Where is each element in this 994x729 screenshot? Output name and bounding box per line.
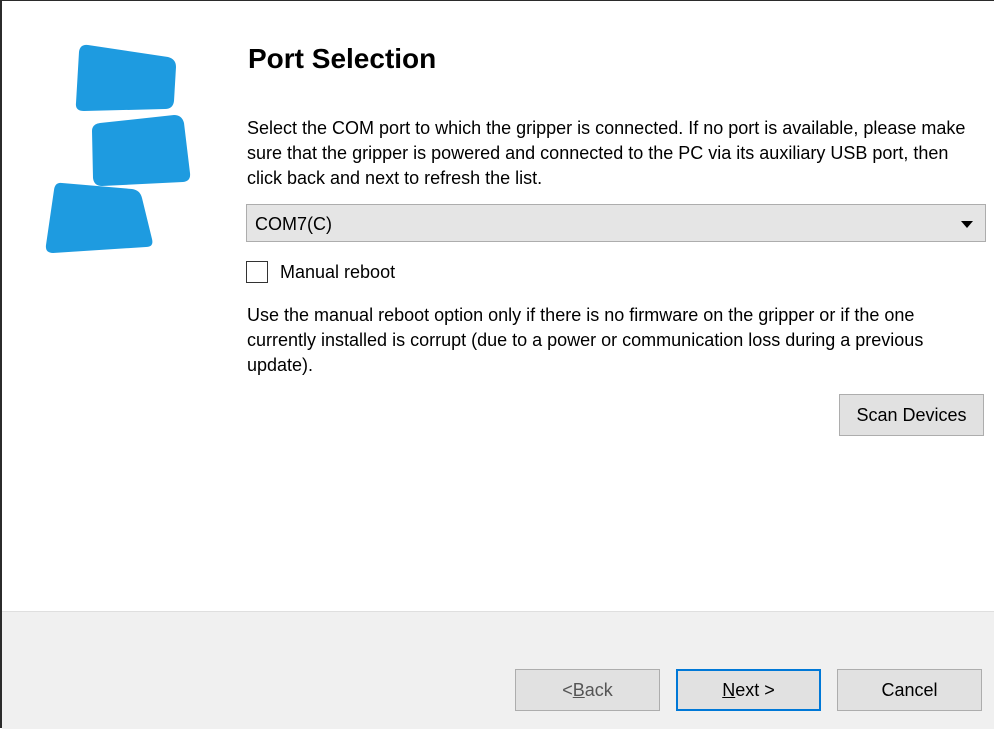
chevron-down-icon[interactable] bbox=[961, 221, 973, 228]
cancel-button[interactable]: Cancel bbox=[837, 669, 982, 711]
manual-reboot-checkbox[interactable] bbox=[246, 261, 268, 283]
back-button[interactable]: < Back bbox=[515, 669, 660, 711]
back-button-rest: ack bbox=[584, 679, 613, 700]
logo-block-bottom bbox=[45, 182, 153, 253]
port-instructions: Select the COM port to which the gripper… bbox=[247, 118, 966, 188]
manual-reboot-label[interactable]: Manual reboot bbox=[280, 262, 395, 283]
com-port-selected-value: COM7(C) bbox=[255, 214, 332, 234]
logo-block-top bbox=[75, 44, 176, 112]
next-button-mnemonic: N bbox=[722, 679, 736, 700]
next-button[interactable]: Next > bbox=[676, 669, 821, 711]
page-title: Port Selection bbox=[248, 43, 437, 74]
company-logo bbox=[45, 44, 191, 253]
manual-reboot-option[interactable]: Manual reboot bbox=[246, 259, 395, 285]
wizard-window: Port Selection Select the COM port to wh… bbox=[0, 0, 994, 729]
manual-reboot-note: Use the manual reboot option only if the… bbox=[247, 305, 924, 375]
wizard-content: Port Selection Select the COM port to wh… bbox=[2, 1, 994, 611]
back-button-prefix: < bbox=[562, 679, 573, 700]
logo-block-middle bbox=[92, 115, 191, 186]
scan-devices-button[interactable]: Scan Devices bbox=[839, 394, 984, 436]
wizard-footer: < Back Next > Cancel bbox=[2, 611, 994, 729]
com-port-dropdown[interactable]: COM7(C) bbox=[246, 204, 986, 242]
back-button-mnemonic: B bbox=[572, 679, 585, 700]
next-button-rest: ext > bbox=[735, 679, 775, 700]
